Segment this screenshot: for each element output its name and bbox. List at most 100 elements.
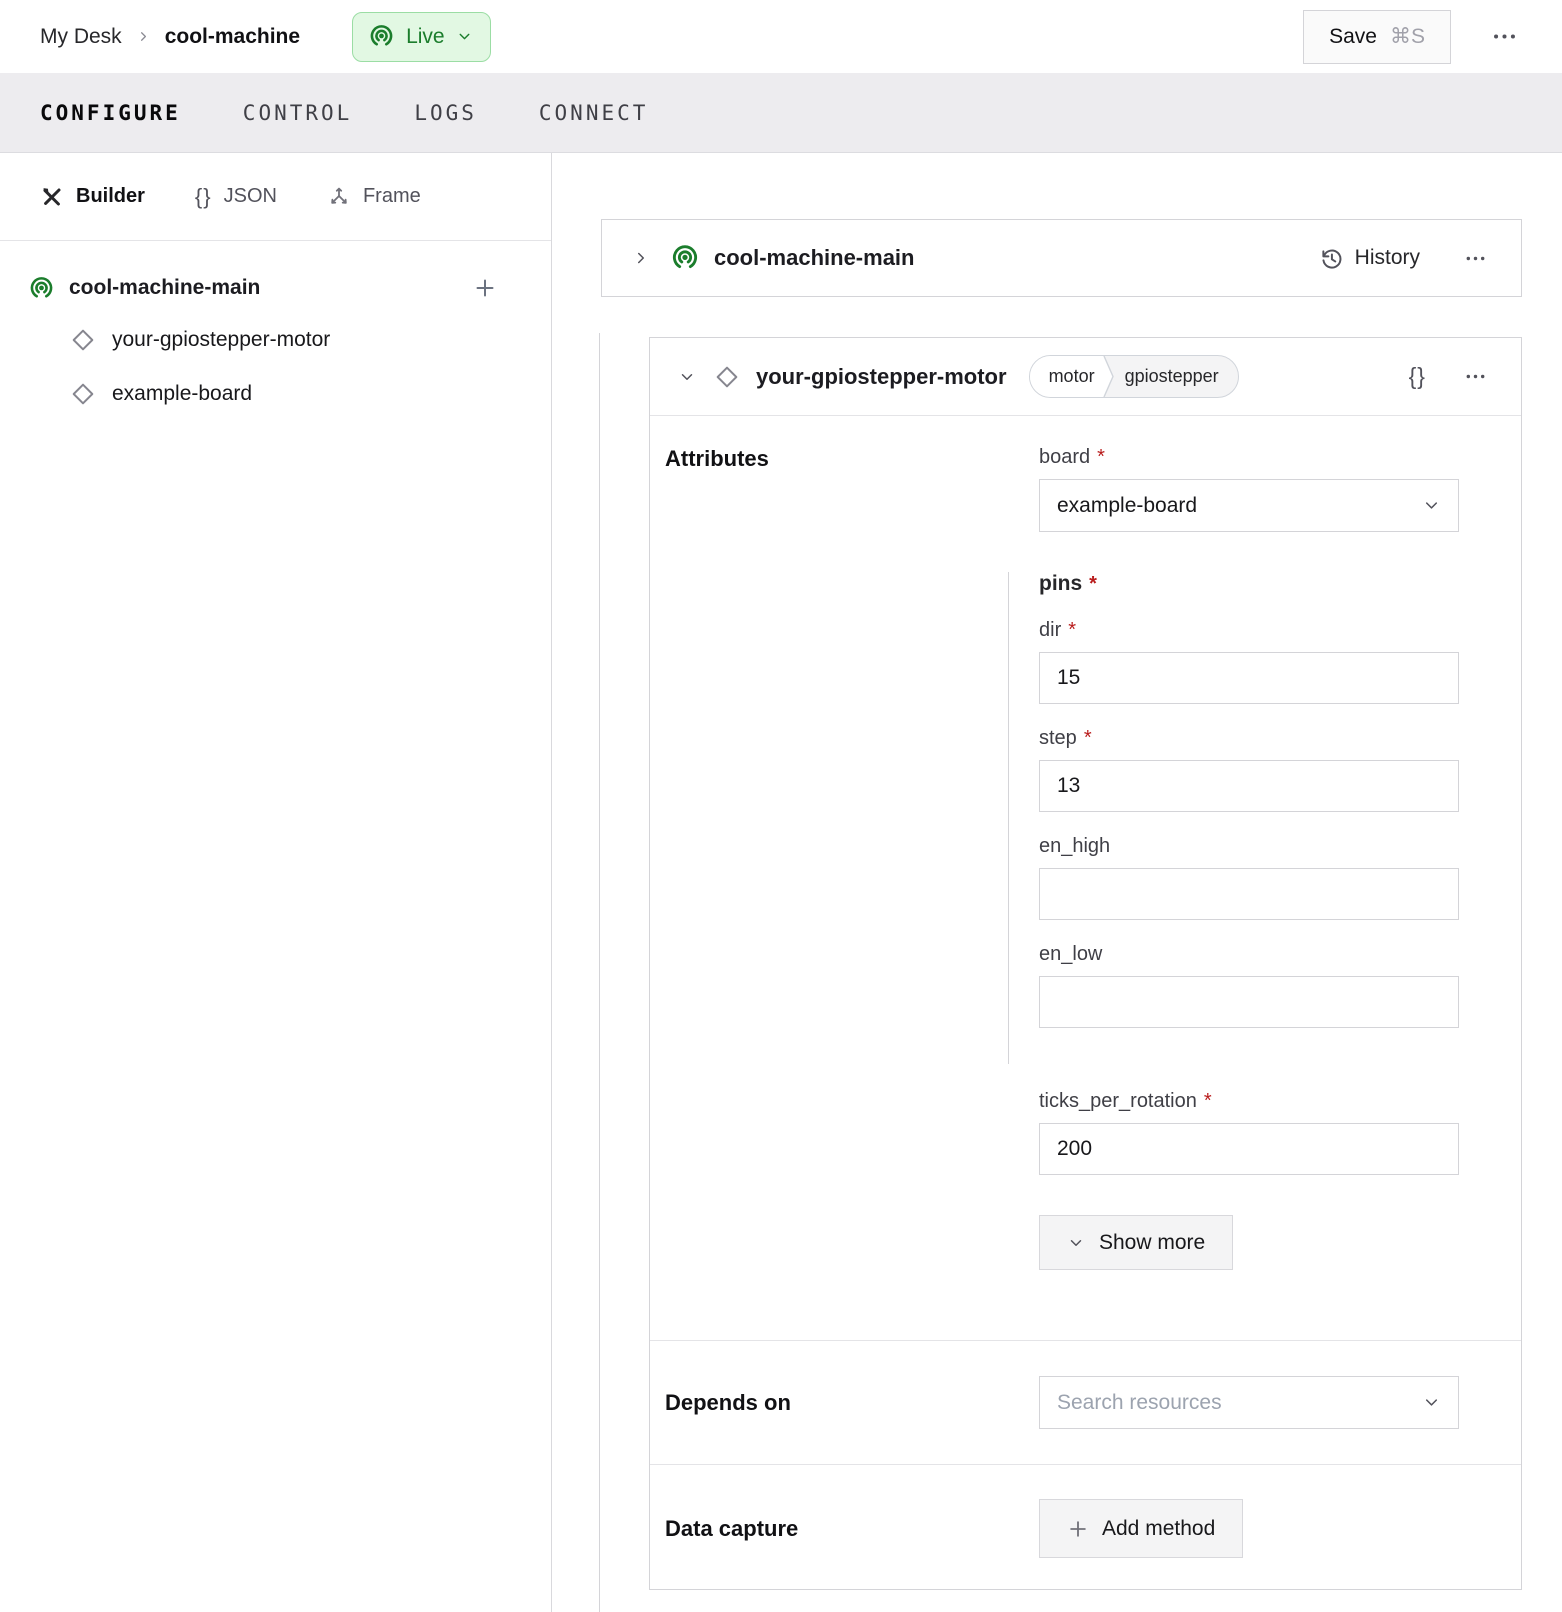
en-low-input[interactable]	[1039, 976, 1459, 1028]
history-label: History	[1355, 246, 1420, 270]
required-asterisk: *	[1097, 446, 1105, 469]
board-field: board * example-board	[1039, 446, 1459, 532]
en-high-input[interactable]	[1039, 868, 1459, 920]
board-field-label: board	[1039, 446, 1090, 469]
component-card: your-gpiostepper-motor motor gpiostepper…	[649, 337, 1522, 1590]
chevron-down-icon[interactable]	[1422, 1393, 1441, 1412]
view-toggle-json-label: JSON	[224, 185, 277, 208]
view-toggle-builder-label: Builder	[76, 185, 145, 208]
diamond-icon	[70, 327, 96, 353]
step-input[interactable]	[1039, 760, 1459, 812]
machine-broadcast-icon	[28, 275, 55, 302]
tree-item-machine-main-label: cool-machine-main	[69, 276, 260, 300]
required-asterisk: *	[1084, 727, 1092, 750]
component-json-toggle-button[interactable]: {}	[1409, 363, 1426, 390]
pins-group-label: pins	[1039, 572, 1082, 596]
configure-main-panel: cool-machine-main History your-gpiostepp…	[552, 153, 1562, 1612]
chevron-down-icon[interactable]	[1422, 496, 1441, 515]
save-shortcut-hint: ⌘S	[1390, 24, 1425, 49]
configure-sidebar: Builder {} JSON Frame cool-machine-main …	[0, 153, 552, 1612]
header-overflow-menu-button[interactable]	[1481, 13, 1528, 60]
depends-on-section-label: Depends on	[665, 1390, 1039, 1416]
live-status-label: Live	[406, 25, 445, 49]
save-button-label: Save	[1329, 25, 1377, 49]
view-toggle-bar: Builder {} JSON Frame	[0, 153, 551, 241]
breadcrumb-item-machine: cool-machine	[165, 25, 300, 49]
tree-item-machine-main[interactable]: cool-machine-main	[0, 263, 551, 313]
machine-broadcast-icon	[670, 243, 700, 273]
board-select[interactable]: example-board	[1039, 479, 1459, 532]
machine-part-card: cool-machine-main History	[601, 219, 1522, 297]
ticks-per-rotation-field: ticks_per_rotation *	[1039, 1090, 1459, 1175]
dir-field-label: dir	[1039, 619, 1061, 642]
ellipsis-icon	[1491, 23, 1518, 50]
en-low-field-label: en_low	[1039, 943, 1102, 966]
search-resources-placeholder: Search resources	[1057, 1391, 1222, 1415]
save-button[interactable]: Save ⌘S	[1303, 10, 1451, 64]
dir-field: dir *	[1039, 619, 1459, 704]
en-high-field: en_high	[1039, 835, 1459, 920]
machine-part-title: cool-machine-main	[714, 245, 914, 271]
en-high-field-label: en_high	[1039, 835, 1110, 858]
attributes-section: Attributes board * example-board pins * di…	[650, 416, 1521, 1340]
en-low-field: en_low	[1039, 943, 1459, 1028]
pins-group: pins * dir * step * en_high	[1008, 572, 1459, 1064]
tab-configure[interactable]: CONFIGURE	[40, 101, 181, 125]
add-method-button[interactable]: Add method	[1039, 1499, 1243, 1558]
diamond-icon	[70, 381, 96, 407]
history-icon	[1319, 246, 1344, 271]
view-toggle-frame-label: Frame	[363, 185, 421, 208]
breadcrumb-chevron-icon	[136, 29, 151, 44]
view-toggle-builder[interactable]: Builder	[40, 185, 145, 209]
view-toggle-json[interactable]: {} JSON	[195, 184, 277, 210]
component-title: your-gpiostepper-motor	[756, 364, 1007, 390]
plus-icon	[1067, 1518, 1089, 1540]
machine-broadcast-icon	[368, 23, 395, 50]
tree-item-example-board-label: example-board	[112, 382, 252, 406]
tree-item-example-board[interactable]: example-board	[0, 367, 551, 421]
diamond-icon	[714, 364, 740, 390]
tab-connect[interactable]: CONNECT	[539, 101, 649, 125]
live-status-dropdown[interactable]: Live	[352, 12, 491, 62]
component-model-badge: gpiostepper	[1117, 356, 1238, 397]
tree-item-gpiostepper-motor-label: your-gpiostepper-motor	[112, 328, 330, 352]
component-menu-button[interactable]	[1458, 359, 1493, 394]
machine-part-tree: cool-machine-main your-gpiostepper-motor…	[0, 241, 551, 421]
data-capture-section-label: Data capture	[665, 1516, 1039, 1542]
dir-input[interactable]	[1039, 652, 1459, 704]
depends-on-select[interactable]: Search resources	[1039, 1376, 1459, 1429]
chevron-down-icon	[456, 28, 473, 45]
braces-icon: {}	[195, 184, 212, 210]
required-asterisk: *	[1204, 1090, 1212, 1113]
component-type-pill: motor gpiostepper	[1029, 355, 1239, 398]
breadcrumb-item-my-desk[interactable]: My Desk	[40, 25, 122, 49]
add-component-button[interactable]	[469, 272, 501, 304]
pill-divider	[1103, 356, 1117, 397]
expand-chevron-icon[interactable]	[632, 249, 650, 267]
frame-icon	[327, 185, 351, 209]
top-header: My Desk cool-machine Live Save ⌘S	[0, 0, 1562, 73]
board-select-value: example-board	[1057, 494, 1197, 518]
collapse-chevron-icon[interactable]	[678, 368, 696, 386]
history-button[interactable]: History	[1319, 246, 1420, 271]
component-card-header: your-gpiostepper-motor motor gpiostepper…	[650, 338, 1521, 416]
attributes-section-label: Attributes	[665, 446, 1039, 472]
machine-card-menu-button[interactable]	[1458, 241, 1493, 276]
show-more-button[interactable]: Show more	[1039, 1215, 1233, 1270]
required-asterisk: *	[1068, 619, 1076, 642]
breadcrumb: My Desk cool-machine	[40, 25, 300, 49]
tab-logs[interactable]: LOGS	[414, 101, 477, 125]
machine-tabbar: CONFIGURE CONTROL LOGS CONNECT	[0, 73, 1562, 153]
component-type-badge: motor	[1030, 356, 1103, 397]
data-capture-section: Data capture Add method	[650, 1464, 1521, 1589]
view-toggle-frame[interactable]: Frame	[327, 185, 421, 209]
required-asterisk: *	[1089, 573, 1097, 596]
tree-item-gpiostepper-motor[interactable]: your-gpiostepper-motor	[0, 313, 551, 367]
step-field-label: step	[1039, 727, 1077, 750]
chevron-down-icon	[1067, 1234, 1085, 1252]
ticks-per-rotation-label: ticks_per_rotation	[1039, 1090, 1197, 1113]
depends-on-section: Depends on Search resources	[650, 1340, 1521, 1464]
tree-connector-line	[599, 333, 600, 1612]
tab-control[interactable]: CONTROL	[243, 101, 353, 125]
ticks-per-rotation-input[interactable]	[1039, 1123, 1459, 1175]
